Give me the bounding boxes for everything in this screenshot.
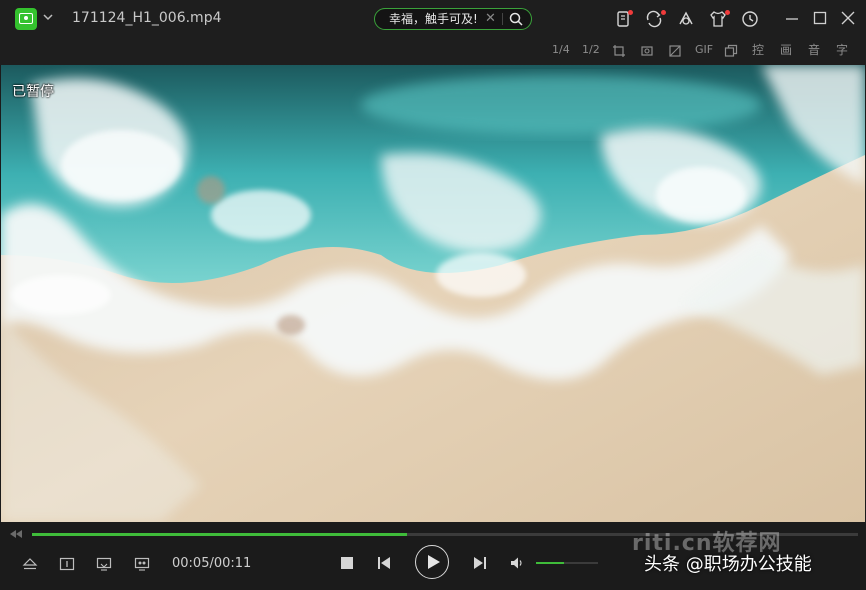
video-frame[interactable]: [1, 65, 865, 522]
search-icon[interactable]: [509, 12, 523, 26]
aspect-icon[interactable]: [668, 44, 682, 58]
search-input[interactable]: 幸福，触手可及!: [389, 11, 478, 27]
video-image: [1, 65, 865, 522]
volume-fill: [536, 562, 564, 564]
notification-dot: [661, 10, 666, 15]
title-bar: 171124_H1_006.mp4 幸福，触手可及! ✕: [0, 0, 866, 37]
speed-half-button[interactable]: 1/2: [582, 43, 600, 57]
eject-icon[interactable]: [22, 557, 38, 571]
search-box[interactable]: 幸福，触手可及! ✕: [374, 8, 532, 30]
maximize-icon[interactable]: [813, 11, 827, 25]
rewind-icon[interactable]: [9, 529, 23, 539]
app-logo-icon[interactable]: [15, 8, 37, 30]
previous-icon[interactable]: [377, 556, 391, 570]
play-icon: [428, 555, 440, 569]
gif-button[interactable]: GIF: [695, 43, 713, 57]
minimize-icon[interactable]: [785, 11, 799, 25]
credit-watermark: 头条 @职场办公技能: [644, 554, 812, 575]
history-icon[interactable]: [740, 9, 760, 29]
volume-icon[interactable]: [510, 556, 524, 570]
stop-icon[interactable]: [340, 556, 354, 570]
subtitle-button[interactable]: 字: [836, 43, 848, 57]
clear-icon[interactable]: ✕: [485, 11, 496, 27]
window-mode-icon[interactable]: [724, 44, 738, 58]
play-button[interactable]: [415, 545, 449, 579]
cast-icon[interactable]: [96, 557, 112, 571]
notification-dot: [725, 10, 730, 15]
window-title: 171124_H1_006.mp4: [72, 10, 222, 26]
vr-icon[interactable]: [134, 557, 150, 571]
audio-button[interactable]: 音: [808, 43, 820, 57]
control-button[interactable]: 控: [752, 43, 764, 57]
crop-icon[interactable]: [612, 44, 626, 58]
picture-button[interactable]: 画: [780, 43, 792, 57]
progress-fill: [32, 533, 408, 536]
volume-slider[interactable]: [536, 562, 598, 564]
chevron-down-icon[interactable]: [42, 11, 54, 23]
speed-quarter-button[interactable]: 1/4: [552, 43, 570, 57]
close-icon[interactable]: [841, 11, 855, 25]
vip-icon[interactable]: [676, 9, 696, 29]
time-display: 00:05/00:11: [172, 556, 252, 571]
screenshot-icon[interactable]: [640, 44, 654, 58]
notification-dot: [628, 10, 633, 15]
video-toolbar: 1/4 1/2 GIF 控 画 音 字: [0, 37, 866, 65]
playlist-icon[interactable]: [59, 557, 75, 571]
paused-status: 已暂停: [12, 84, 54, 100]
next-icon[interactable]: [473, 556, 487, 570]
